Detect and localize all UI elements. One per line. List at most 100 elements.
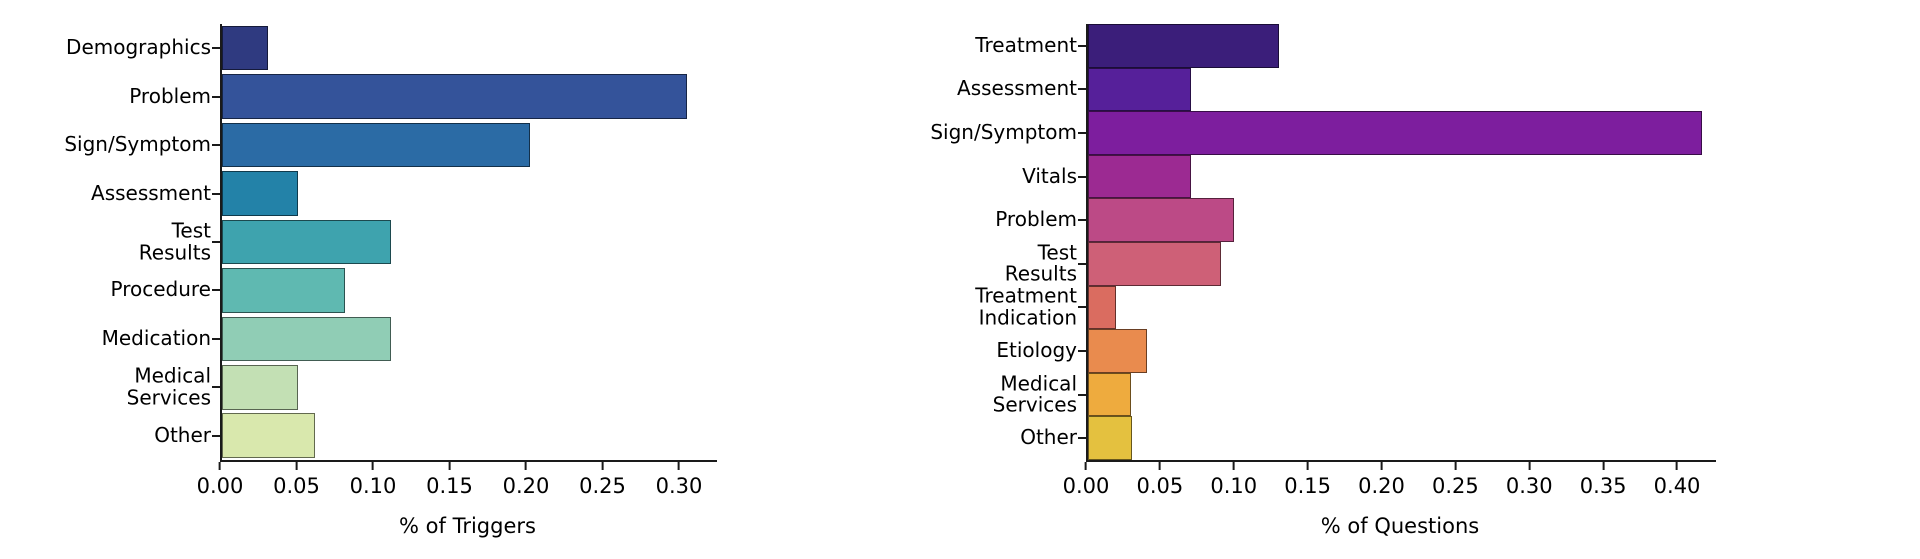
bar-row: Test Results: [139, 219, 715, 265]
x-tick: 0.15: [1284, 462, 1331, 498]
x-tick-label: 0.05: [1136, 474, 1184, 498]
x-tick-label: 0.25: [1432, 474, 1479, 498]
y-tick-label: Treatment Indication: [975, 283, 1077, 330]
x-tick-mark: [1380, 462, 1383, 470]
y-tick-label: Test Results: [1004, 240, 1077, 286]
y-tick-label: Etiology: [996, 338, 1077, 363]
bar-group-triggers: Demographics Problem Sign/Symptom Assessmen…: [64, 24, 715, 460]
y-tick-label: Problem: [129, 83, 211, 108]
bar-row: Demographics: [66, 25, 715, 71]
bar: [1088, 372, 1131, 417]
y-tick-label: Medical Services: [992, 370, 1077, 417]
x-tick-mark: [1676, 462, 1679, 470]
bar: [222, 365, 299, 410]
x-axis-label: % of Triggers: [399, 514, 536, 538]
x-tick-mark: [1602, 462, 1605, 470]
y-tick-label: Test Results: [138, 218, 211, 264]
x-tick-label: 0.00: [1062, 474, 1110, 498]
x-tick-mark: [1232, 462, 1235, 470]
x-tick-mark: [1158, 462, 1161, 470]
bar: [222, 171, 299, 216]
x-tick: 0.30: [655, 462, 703, 498]
x-tick-mark: [1306, 462, 1309, 470]
bar: [1088, 416, 1133, 460]
bar-row: Problem: [995, 198, 1714, 242]
bar: [222, 316, 392, 362]
bar-row: Medical Services: [993, 372, 1714, 417]
y-tick-label: Demographics: [66, 35, 211, 60]
panel-questions: Treatment Assessment Sign/Symptom Vitals Pro…: [930, 0, 1920, 559]
y-tick-label: Assessment: [91, 180, 211, 205]
bar: [1088, 285, 1116, 330]
bar-row: Sign/Symptom: [64, 122, 715, 168]
x-tick-label: 0.15: [426, 474, 473, 498]
bar: [1088, 198, 1234, 242]
x-tick-mark: [1084, 462, 1087, 470]
bar-row: Sign/Symptom: [930, 111, 1714, 155]
bar: [1088, 154, 1192, 199]
y-tick-label: Other: [1020, 425, 1077, 450]
bar-row: Treatment: [975, 24, 1714, 68]
bar-row: Problem: [129, 74, 715, 119]
bar-row: Treatment Indication: [975, 285, 1714, 330]
bar-row: Medication: [102, 316, 715, 362]
x-tick-label: 0.35: [1579, 474, 1627, 498]
y-tick-label: Problem: [995, 207, 1077, 232]
x-tick: 0.20: [503, 462, 549, 498]
x-tick: 0.10: [349, 462, 397, 498]
x-axis-questions: 0.40 0.35 0.30 0.25 0.20 0.15 0.10 0.05 0.00 % o…: [1063, 462, 1714, 538]
plot-area-triggers: Demographics Problem Sign/Symptom Assessmen…: [64, 24, 717, 538]
panel-triggers: Demographics Problem Sign/Symptom Assessmen…: [0, 0, 960, 559]
bar-row: Assessment: [957, 67, 1714, 112]
x-tick-mark: [678, 462, 681, 470]
x-tick: 0.10: [1210, 462, 1257, 498]
x-tick-mark: [1454, 462, 1457, 470]
bar-row: Other: [154, 413, 715, 458]
x-tick-mark: [448, 462, 451, 470]
x-tick: 0.05: [273, 462, 320, 498]
bar: [222, 268, 346, 313]
x-tick-label: 0.30: [655, 474, 703, 498]
bar: [222, 25, 268, 71]
x-tick: 0.00: [196, 462, 244, 498]
bar: [222, 74, 687, 119]
plot-area-questions: Treatment Assessment Sign/Symptom Vitals Pro…: [930, 24, 1716, 538]
x-tick: 0.35: [1580, 462, 1627, 498]
x-tick: 0.05: [1136, 462, 1183, 498]
x-tick-label: 0.10: [349, 474, 397, 498]
x-tick: 0.00: [1062, 462, 1110, 498]
bar: [222, 219, 392, 265]
y-tick-label: Other: [154, 422, 211, 447]
bar: [222, 413, 315, 458]
x-tick-label: 0.05: [273, 474, 320, 498]
bar-group-questions: Treatment Assessment Sign/Symptom Vitals Pro…: [930, 24, 1714, 460]
y-tick-label: Medication: [101, 326, 211, 351]
x-tick-mark: [371, 462, 374, 470]
x-axis-triggers: 0.30 0.25 0.20 0.15 0.10 0.05 0.00 % of Trigge…: [197, 462, 715, 538]
x-tick: 0.25: [579, 462, 626, 498]
y-tick-label: Medical Services: [126, 363, 211, 410]
bar: [1088, 329, 1147, 373]
x-tick-mark: [601, 462, 604, 470]
x-tick-label: 0.40: [1653, 474, 1701, 498]
bar-row: Etiology: [996, 329, 1714, 373]
x-tick: 0.25: [1432, 462, 1479, 498]
bar-row: Medical Services: [127, 365, 715, 410]
x-tick: 0.30: [1506, 462, 1553, 498]
y-tick-label: Sign/Symptom: [930, 120, 1077, 145]
x-tick-mark: [525, 462, 528, 470]
bar: [1088, 67, 1192, 112]
x-tick-label: 0.00: [196, 474, 244, 498]
x-tick: 0.40: [1653, 462, 1701, 498]
x-tick-mark: [295, 462, 298, 470]
x-tick-mark: [218, 462, 221, 470]
x-tick-label: 0.20: [1358, 474, 1405, 498]
y-tick-label: Vitals: [1022, 163, 1077, 188]
bar-row: Test Results: [1005, 241, 1714, 286]
bar-row: Vitals: [1022, 154, 1714, 199]
x-tick-mark: [1528, 462, 1531, 470]
bar-row: Procedure: [111, 268, 715, 313]
y-tick-label: Sign/Symptom: [64, 132, 211, 157]
x-tick-label: 0.10: [1210, 474, 1258, 498]
x-tick: 0.15: [426, 462, 473, 498]
